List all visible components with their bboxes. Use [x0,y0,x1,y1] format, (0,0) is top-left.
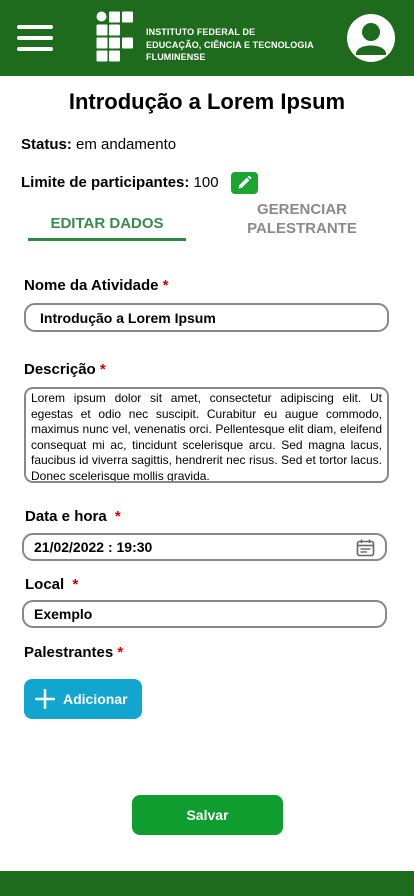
participant-limit-line: Limite de participantes: 100 [21,174,219,191]
pencil-icon [238,176,252,189]
tab-label-line: PALESTRANTE [247,220,357,237]
speakers-label: Palestrantes * [24,644,123,661]
user-avatar-icon[interactable] [347,14,395,62]
menu-icon[interactable] [17,25,53,51]
activity-name-label: Nome da Atividade * [24,277,169,294]
location-input[interactable]: Exemplo [22,600,387,628]
app-header: INSTITUTO FEDERAL DE EDUCAÇÃO, CIÊNCIA E… [0,0,414,76]
institution-name-line: EDUCAÇÃO, CIÊNCIA E TECNOLOGIA [146,39,314,50]
add-speaker-button[interactable]: Adicionar [24,679,142,719]
page-title: Introdução a Lorem Ipsum [68,89,346,114]
required-mark: * [114,508,121,525]
speakers-label-text: Palestrantes [24,644,114,661]
activity-name-input[interactable]: Introdução a Lorem Ipsum [24,303,389,332]
datetime-label-text: Data e hora [25,508,107,525]
participant-limit-value: 100 [193,174,219,191]
participant-limit-label: Limite de participantes: [21,174,190,191]
tab-label-line: GERENCIAR [256,201,347,218]
datetime-label: Data e hora * [25,508,121,525]
required-mark: * [72,576,79,593]
description-textarea[interactable]: Lorem ipsum dolor sit amet, consectetur … [24,387,389,483]
add-speaker-label: Adicionar [63,691,128,707]
app-footer [0,871,414,896]
institution-name-line: FLUMINENSE [146,52,206,62]
required-mark: * [99,361,106,378]
activity-name-label-text: Nome da Atividade [24,277,159,294]
description-label: Descrição * [24,361,106,378]
location-label-text: Local [25,576,65,593]
tab-manage-speaker[interactable]: GERENCIAR PALESTRANTE [226,200,378,238]
required-mark: * [117,644,124,661]
status-label: Status: [21,136,72,153]
location-value: Exemplo [34,606,93,622]
institution-name-line: INSTITUTO FEDERAL DE [146,27,256,37]
status-line: Status: em andamento [21,136,176,153]
required-mark: * [162,277,169,294]
status-value: em andamento [76,136,177,153]
datetime-input[interactable]: 21/02/2022 : 19:30 [22,533,387,561]
description-label-text: Descrição [24,361,96,378]
datetime-value: 21/02/2022 : 19:30 [34,539,153,555]
institution-name: INSTITUTO FEDERAL DE EDUCAÇÃO, CIÊNCIA E… [146,26,314,64]
activity-name-value: Introdução a Lorem Ipsum [40,309,216,326]
tab-edit-data[interactable]: EDITAR DADOS [28,215,186,232]
ifet-logo-icon [96,11,133,62]
plus-icon [35,689,55,709]
active-tab-indicator [28,238,186,241]
location-label: Local * [25,576,78,593]
edit-limit-button[interactable] [231,172,258,194]
save-button[interactable]: Salvar [132,795,283,835]
calendar-icon[interactable] [356,539,375,557]
